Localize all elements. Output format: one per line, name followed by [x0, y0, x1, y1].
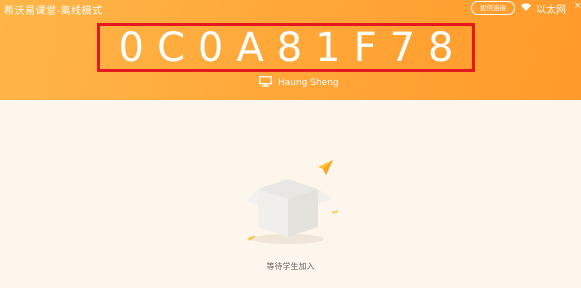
class-code-highlight: 0C0A81F78 — [97, 23, 475, 72]
app-title: 希沃易课堂-离线模式 — [4, 6, 103, 17]
teacher-info: Haung Sheng — [259, 76, 339, 90]
close-icon[interactable]: × — [574, 1, 581, 11]
network-status-label: 以太网 — [536, 5, 566, 16]
how-to-connect-button[interactable]: 如何连接 — [471, 1, 515, 15]
waiting-for-students-text: 等待学生加入 — [266, 262, 315, 271]
monitor-icon — [259, 76, 278, 90]
teacher-name: Haung Sheng — [278, 78, 339, 88]
header-bar: 希沃易课堂-离线模式 如何连接 以太网 × 0C0A81F78 Haung Sh… — [0, 0, 581, 100]
class-code: 0C0A81F78 — [118, 24, 467, 71]
